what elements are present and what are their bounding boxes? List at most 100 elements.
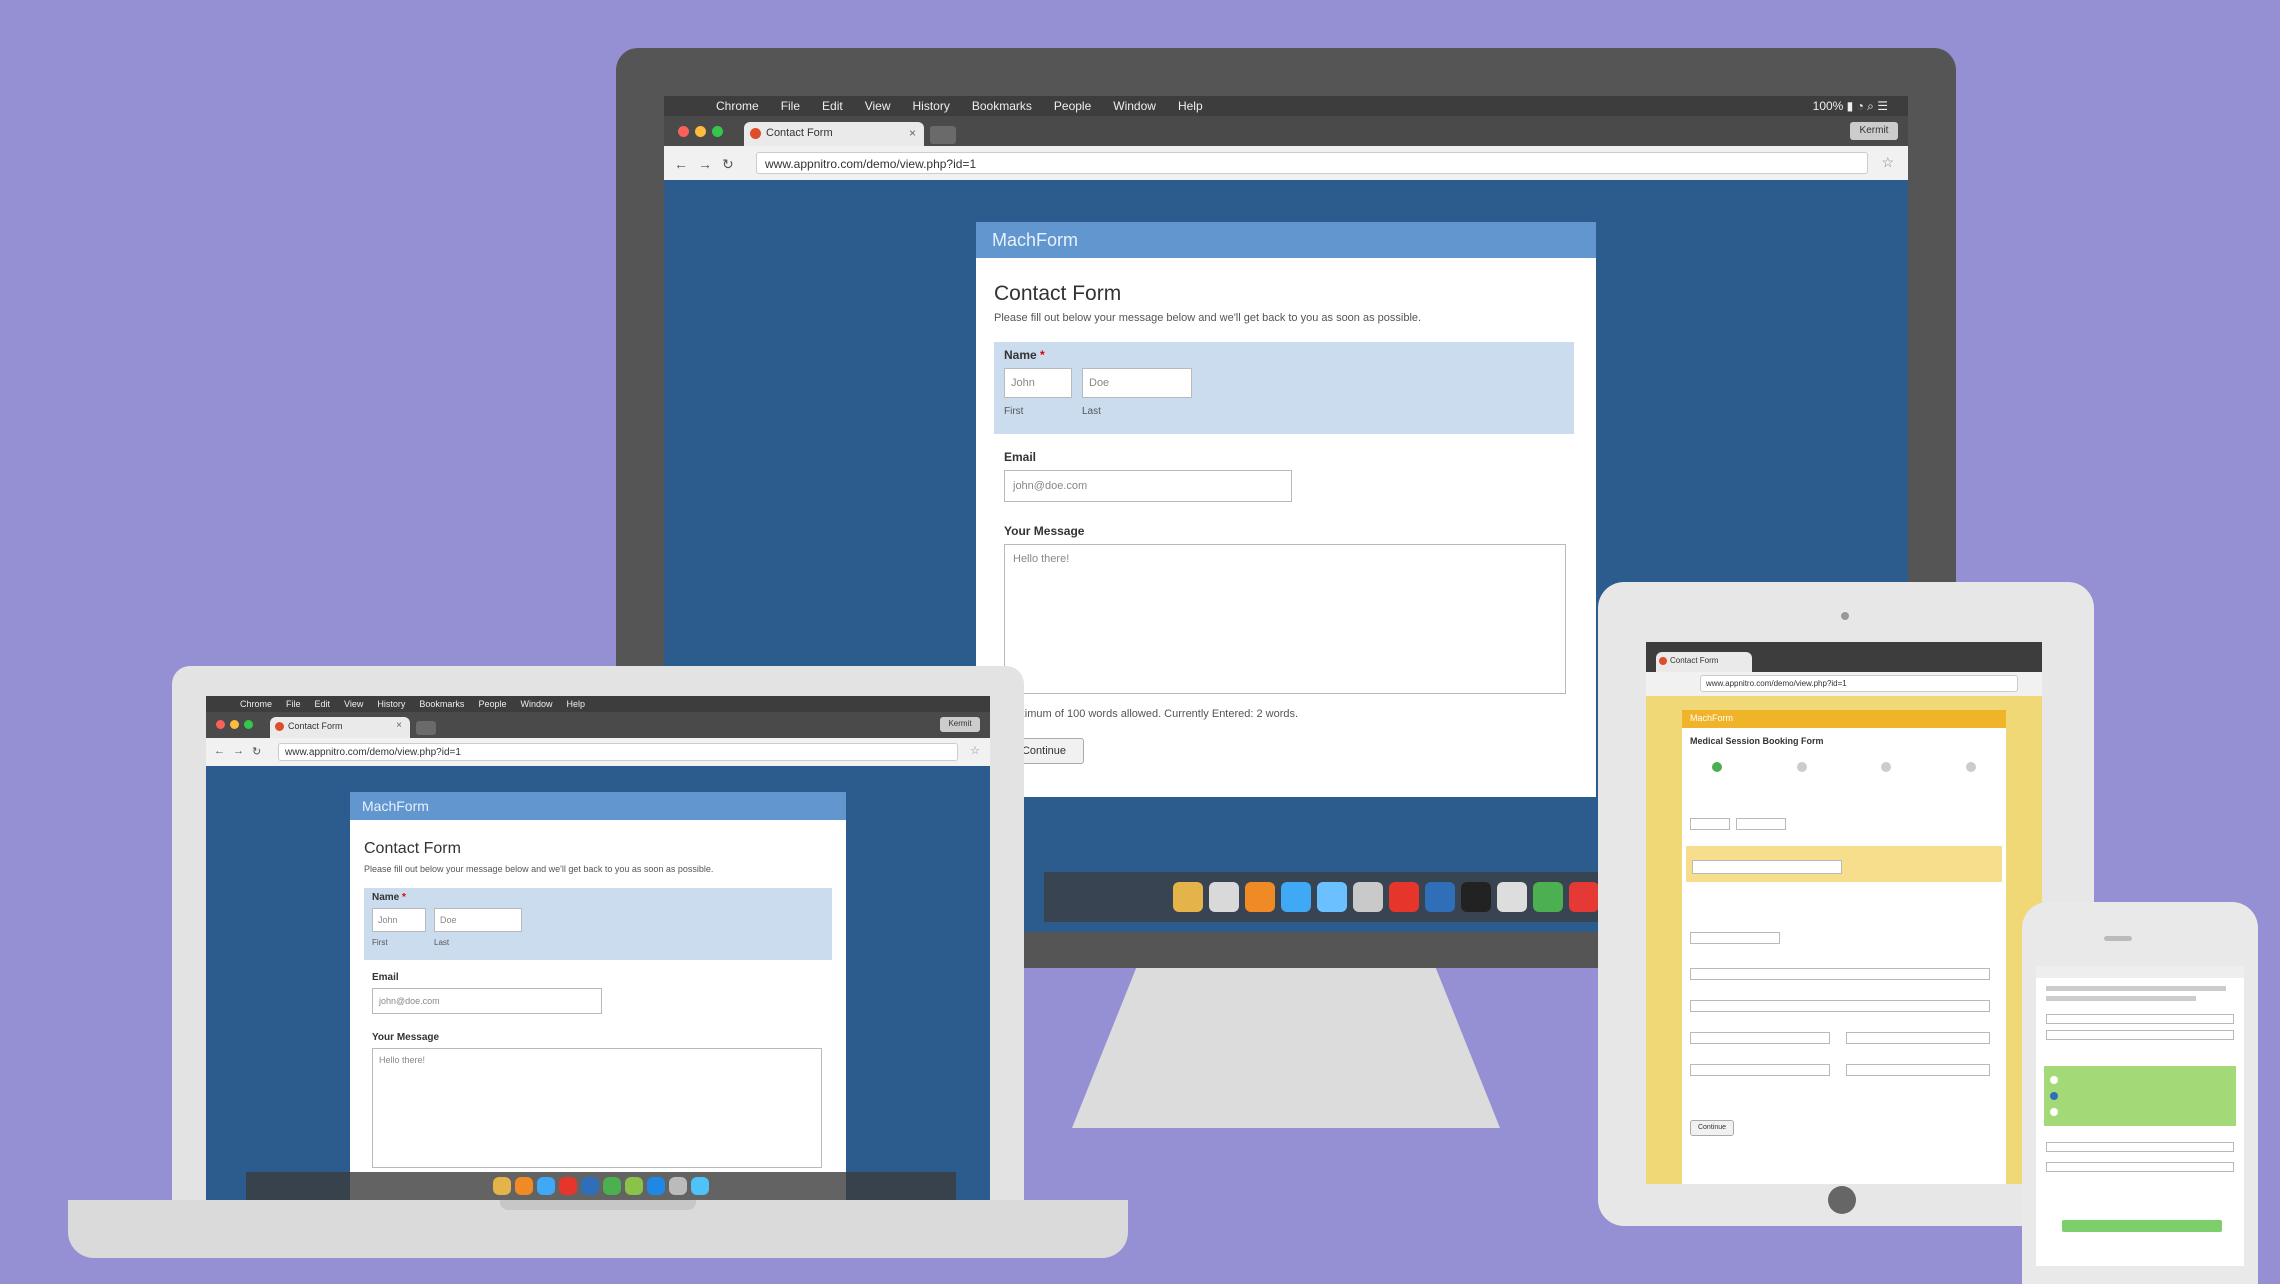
new-tab-button[interactable]	[416, 721, 436, 735]
message-textarea[interactable]: Hello there!	[1004, 544, 1566, 694]
menu-bookmarks[interactable]: Bookmarks	[419, 699, 464, 709]
menu-help[interactable]: Help	[1178, 99, 1203, 113]
back-icon[interactable]: ←	[674, 156, 688, 173]
close-window-icon[interactable]	[678, 126, 689, 137]
window-controls	[678, 126, 723, 137]
dock-app-icon[interactable]	[647, 1177, 665, 1195]
dock-app-icon[interactable]	[1497, 882, 1527, 912]
tab-contact-form[interactable]: Contact Form	[1656, 652, 1752, 672]
first-name-input[interactable]: John	[372, 908, 426, 932]
tab-contact-form[interactable]: Contact Form ×	[270, 717, 410, 738]
back-icon[interactable]: ←	[214, 745, 225, 758]
last-name-input[interactable]: Doe	[434, 908, 522, 932]
menu-chrome[interactable]: Chrome	[716, 99, 759, 113]
dock-app-icon[interactable]	[515, 1177, 533, 1195]
menu-view[interactable]: View	[344, 699, 363, 709]
minimize-window-icon[interactable]	[230, 720, 239, 729]
mac-menubar: Chrome File Edit View History Bookmarks …	[664, 96, 1908, 116]
message-label: Your Message	[1004, 524, 1085, 538]
first-name-input[interactable]: John	[1004, 368, 1072, 398]
text-input[interactable]	[1690, 968, 1990, 980]
bookmark-star-icon[interactable]: ☆	[1881, 154, 1894, 171]
menu-help[interactable]: Help	[566, 699, 585, 709]
menu-window[interactable]: Window	[520, 699, 552, 709]
text-input[interactable]	[1736, 818, 1786, 830]
text-input[interactable]	[1690, 1032, 1830, 1044]
forward-icon[interactable]: →	[233, 745, 244, 758]
dock-app-icon[interactable]	[537, 1177, 555, 1195]
text-input[interactable]	[2046, 1030, 2234, 1040]
text-input[interactable]	[1846, 1064, 1990, 1076]
bookmark-star-icon[interactable]: ☆	[970, 744, 980, 757]
dock-app-icon[interactable]	[493, 1177, 511, 1195]
dock-app-icon[interactable]	[691, 1177, 709, 1195]
text-input[interactable]	[1690, 932, 1780, 944]
menu-chrome[interactable]: Chrome	[240, 699, 272, 709]
zoom-window-icon[interactable]	[712, 126, 723, 137]
address-bar[interactable]: www.appnitro.com/demo/view.php?id=1	[278, 743, 958, 761]
zoom-window-icon[interactable]	[244, 720, 253, 729]
menu-edit[interactable]: Edit	[822, 99, 843, 113]
dock-app-icon[interactable]	[1317, 882, 1347, 912]
text-input[interactable]	[1690, 1000, 1990, 1012]
dock-app-icon[interactable]	[1569, 882, 1599, 912]
dock-app-icon[interactable]	[1353, 882, 1383, 912]
dock-app-icon[interactable]	[1173, 882, 1203, 912]
reload-icon[interactable]: ↻	[252, 745, 261, 758]
home-button[interactable]	[1828, 1186, 1856, 1214]
dock-app-icon[interactable]	[1461, 882, 1491, 912]
form-description: Please fill out below your message below…	[994, 312, 1422, 324]
dock-app-icon[interactable]	[1425, 882, 1455, 912]
tab-close-icon[interactable]: ×	[909, 126, 916, 140]
menu-view[interactable]: View	[865, 99, 891, 113]
new-tab-button[interactable]	[930, 126, 956, 144]
dock-app-icon[interactable]	[603, 1177, 621, 1195]
address-bar[interactable]: www.appnitro.com/demo/view.php?id=1	[756, 152, 1868, 174]
reload-icon[interactable]: ↻	[722, 156, 734, 173]
dock-app-icon[interactable]	[559, 1177, 577, 1195]
dock-app-icon[interactable]	[669, 1177, 687, 1195]
radio-option[interactable]	[2050, 1076, 2058, 1084]
text-input[interactable]	[1690, 818, 1730, 830]
last-name-input[interactable]: Doe	[1082, 368, 1192, 398]
radio-option[interactable]	[2050, 1092, 2058, 1100]
address-bar[interactable]: www.appnitro.com/demo/view.php?id=1	[1700, 675, 2018, 692]
dock-app-icon[interactable]	[1245, 882, 1275, 912]
dock-app-icon[interactable]	[1281, 882, 1311, 912]
menu-window[interactable]: Window	[1113, 99, 1156, 113]
dock-app-icon[interactable]	[1389, 882, 1419, 912]
menu-people[interactable]: People	[478, 699, 506, 709]
tab-close-icon[interactable]: ×	[396, 720, 402, 731]
close-window-icon[interactable]	[216, 720, 225, 729]
text-input[interactable]	[1846, 1032, 1990, 1044]
dock-app-icon[interactable]	[581, 1177, 599, 1195]
text-input[interactable]	[2046, 1162, 2234, 1172]
dock-app-icon[interactable]	[1533, 882, 1563, 912]
dock-app-icon[interactable]	[1209, 882, 1239, 912]
forward-icon[interactable]: →	[698, 156, 712, 173]
menu-file[interactable]: File	[286, 699, 301, 709]
menu-bookmarks[interactable]: Bookmarks	[972, 99, 1032, 113]
email-input[interactable]: john@doe.com	[372, 988, 602, 1014]
text-input[interactable]	[2046, 1142, 2234, 1152]
message-textarea[interactable]: Hello there!	[372, 1048, 822, 1168]
continue-button[interactable]: Continue	[1690, 1120, 1734, 1136]
email-input[interactable]: john@doe.com	[1004, 470, 1292, 502]
dock	[246, 1172, 956, 1200]
menu-edit[interactable]: Edit	[315, 699, 331, 709]
dock-app-icon[interactable]	[625, 1177, 643, 1195]
text-input[interactable]	[1692, 860, 1842, 874]
text-input[interactable]	[2046, 1014, 2234, 1024]
profile-button[interactable]: Kermit	[940, 717, 980, 732]
text-input[interactable]	[1690, 1064, 1830, 1076]
menu-history[interactable]: History	[913, 99, 950, 113]
toolbar: ← → ↻ www.appnitro.com/demo/view.php?id=…	[664, 146, 1908, 180]
submit-button[interactable]	[2062, 1220, 2222, 1232]
radio-option[interactable]	[2050, 1108, 2058, 1116]
profile-button[interactable]: Kermit	[1850, 122, 1898, 140]
menu-people[interactable]: People	[1054, 99, 1091, 113]
tab-contact-form[interactable]: Contact Form ×	[744, 122, 924, 146]
menu-file[interactable]: File	[781, 99, 800, 113]
menu-history[interactable]: History	[377, 699, 405, 709]
minimize-window-icon[interactable]	[695, 126, 706, 137]
